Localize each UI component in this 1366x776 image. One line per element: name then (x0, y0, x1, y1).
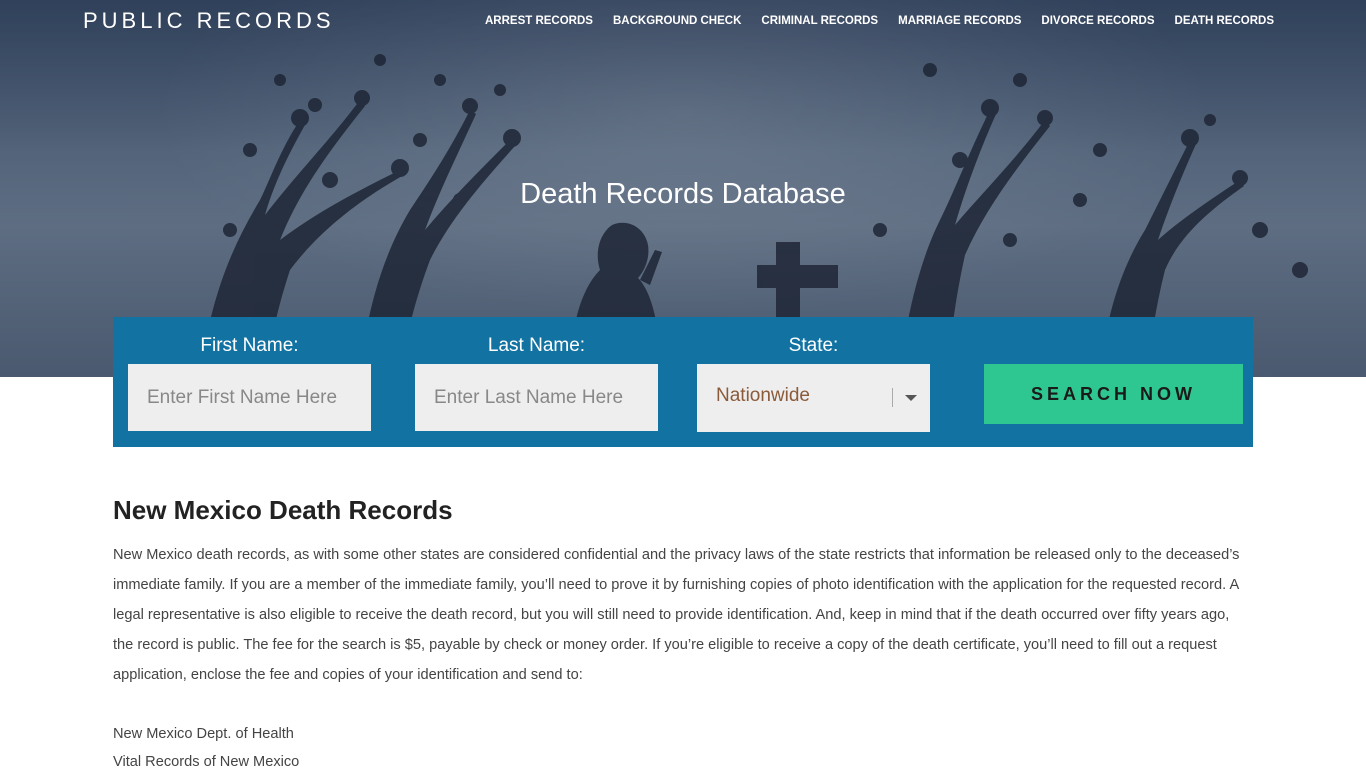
nav-item-arrest-records[interactable]: ARREST RECORDS (485, 15, 593, 27)
page-title: Death Records Database (520, 178, 846, 210)
intro-paragraph: New Mexico death records, as with some o… (113, 547, 1240, 683)
state-select[interactable]: Nationwide (697, 364, 930, 432)
last-name-label: Last Name: (487, 335, 586, 356)
address-line: Vital Records of New Mexico (113, 754, 300, 770)
last-name-input[interactable] (415, 364, 658, 431)
select-divider (892, 388, 893, 407)
chevron-down-icon (905, 395, 917, 401)
main-content: New Mexico Death Records New Mexico deat… (113, 495, 1253, 776)
section-heading: New Mexico Death Records (113, 495, 453, 525)
state-select-value: Nationwide (716, 385, 810, 406)
nav-item-death-records[interactable]: DEATH RECORDS (1175, 15, 1274, 27)
nav-item-background-check[interactable]: BACKGROUND CHECK (613, 15, 741, 27)
first-name-input[interactable] (128, 364, 371, 431)
first-name-label: First Name: (200, 335, 299, 356)
nav-item-marriage-records[interactable]: MARRIAGE RECORDS (898, 15, 1021, 27)
main-nav: ARREST RECORDS BACKGROUND CHECK CRIMINAL… (485, 15, 1274, 27)
nav-item-criminal-records[interactable]: CRIMINAL RECORDS (761, 15, 878, 27)
nav-item-divorce-records[interactable]: DIVORCE RECORDS (1041, 15, 1154, 27)
search-now-button[interactable]: SEARCH NOW (984, 364, 1243, 424)
state-label: State: (788, 335, 839, 356)
site-logo[interactable]: PUBLIC RECORDS (83, 8, 335, 34)
search-panel: First Name: Last Name: State: Nationwide… (113, 317, 1253, 447)
address-line: New Mexico Dept. of Health (113, 726, 294, 742)
